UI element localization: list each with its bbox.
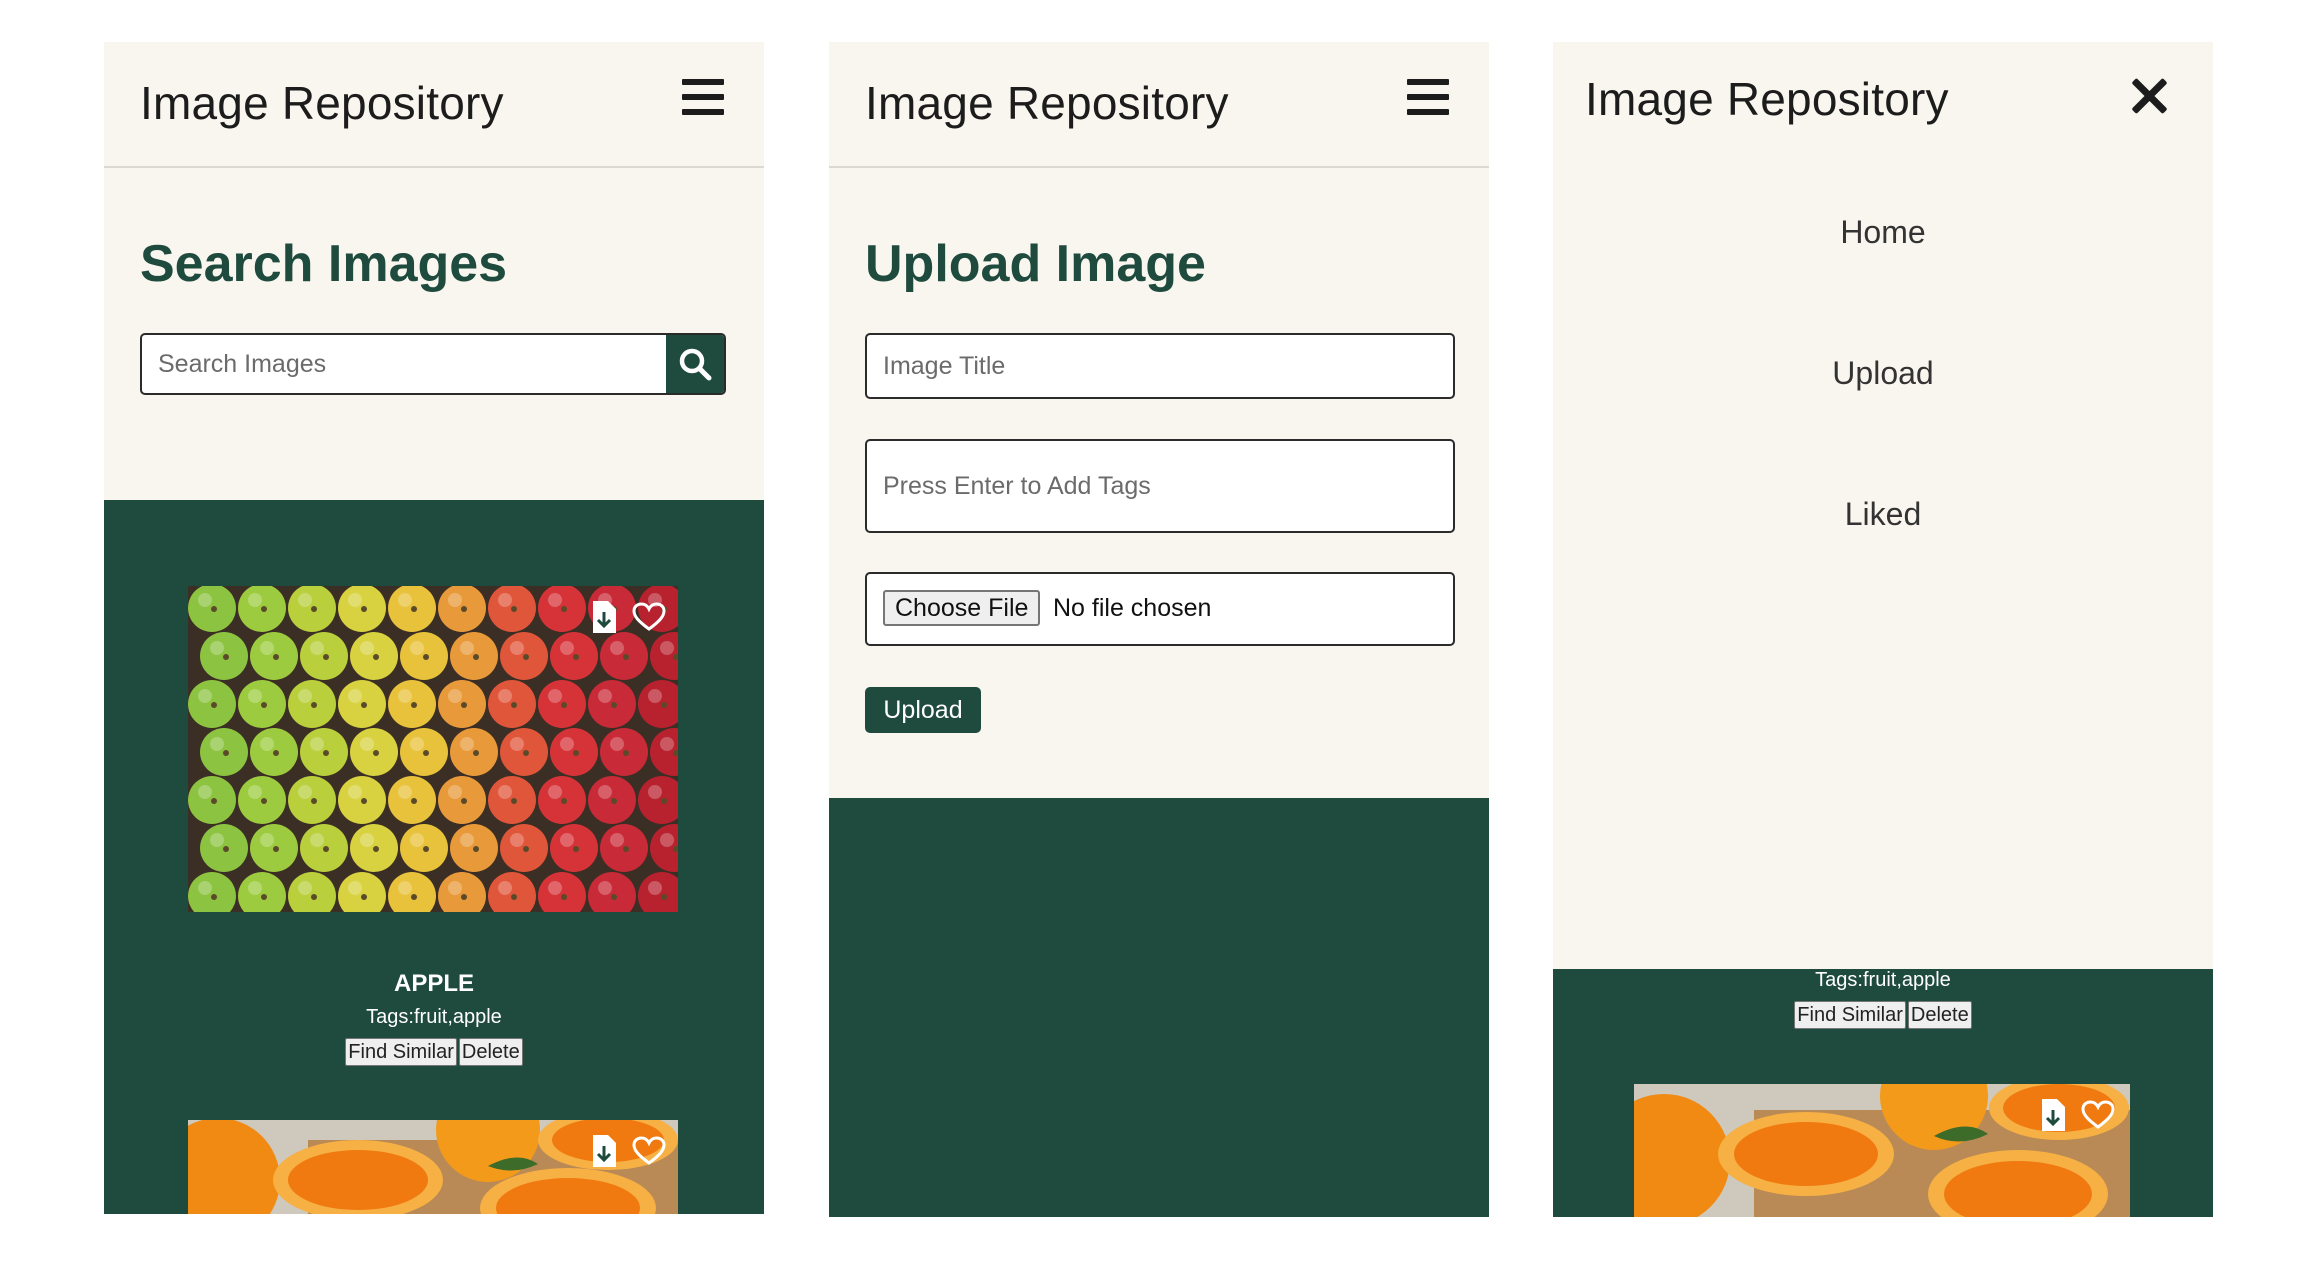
image-tags: Tags:fruit,apple [366,1006,502,1028]
menu-screen: Image Repository Home Upload Liked Tags:… [1553,42,2213,1217]
app-header: Image Repository [1553,42,2213,168]
choose-file-button[interactable]: Choose File [883,590,1041,626]
nav-item-home[interactable]: Home [1553,214,2213,251]
image-actions: Find Similar Delete [1553,1001,2213,1029]
image-title-field [865,333,1455,399]
image-thumbnail-orange[interactable] [1634,1084,2130,1217]
search-icon [679,348,712,381]
app-header: Image Repository [104,42,764,168]
delete-button[interactable]: Delete [1907,1001,1972,1029]
image-thumbnail-orange[interactable] [188,1120,678,1214]
download-icon[interactable] [590,600,618,634]
upload-screen: Image Repository Upload Image Choose Fil… [829,42,1489,1217]
find-similar-button[interactable]: Find Similar [345,1038,457,1066]
file-status: No file chosen [1053,594,1212,622]
search-screen: Image Repository Search Images Search Im… [104,42,764,1214]
image-actions: Find Similar Delete [104,1038,764,1066]
search-bar [140,333,726,395]
tags-field [865,439,1455,533]
image-thumbnail-apple[interactable] [188,586,678,912]
heart-icon[interactable] [632,602,666,632]
close-icon[interactable] [2129,76,2169,116]
page-title: Upload Image [865,235,1206,293]
hamburger-menu-icon[interactable] [1407,79,1449,117]
image-title-input[interactable] [867,335,1453,397]
apples-photo [188,586,678,912]
search-button[interactable] [666,335,724,393]
image-gallery: Tags:fruit,apple Find Similar Delete [1553,969,2213,1217]
delete-button[interactable]: Delete [458,1038,523,1066]
image-title: APPLE [393,970,474,997]
nav-item-liked[interactable]: Liked [1553,496,2213,533]
app-header: Image Repository [829,42,1489,168]
footer-area [829,798,1489,1217]
nav-item-upload[interactable]: Upload [1553,355,2213,392]
download-icon[interactable] [2039,1098,2067,1132]
app-title: Image Repository [140,77,504,129]
search-input[interactable] [142,335,670,393]
image-gallery: APPLE Tags:fruit,apple Find Similar Delet… [104,500,764,1214]
file-picker: Choose File No file chosen [865,572,1455,646]
find-similar-button[interactable]: Find Similar [1794,1001,1906,1029]
download-icon[interactable] [590,1134,618,1168]
upload-button[interactable]: Upload [865,687,981,733]
image-tags: Tags:fruit,apple [1815,969,1951,991]
tags-input[interactable] [867,441,1453,531]
heart-icon[interactable] [632,1136,666,1166]
hamburger-menu-icon[interactable] [682,79,724,117]
app-title: Image Repository [1585,73,1949,125]
page-title: Search Images [140,235,508,293]
heart-icon[interactable] [2081,1100,2115,1130]
app-title: Image Repository [865,77,1229,129]
